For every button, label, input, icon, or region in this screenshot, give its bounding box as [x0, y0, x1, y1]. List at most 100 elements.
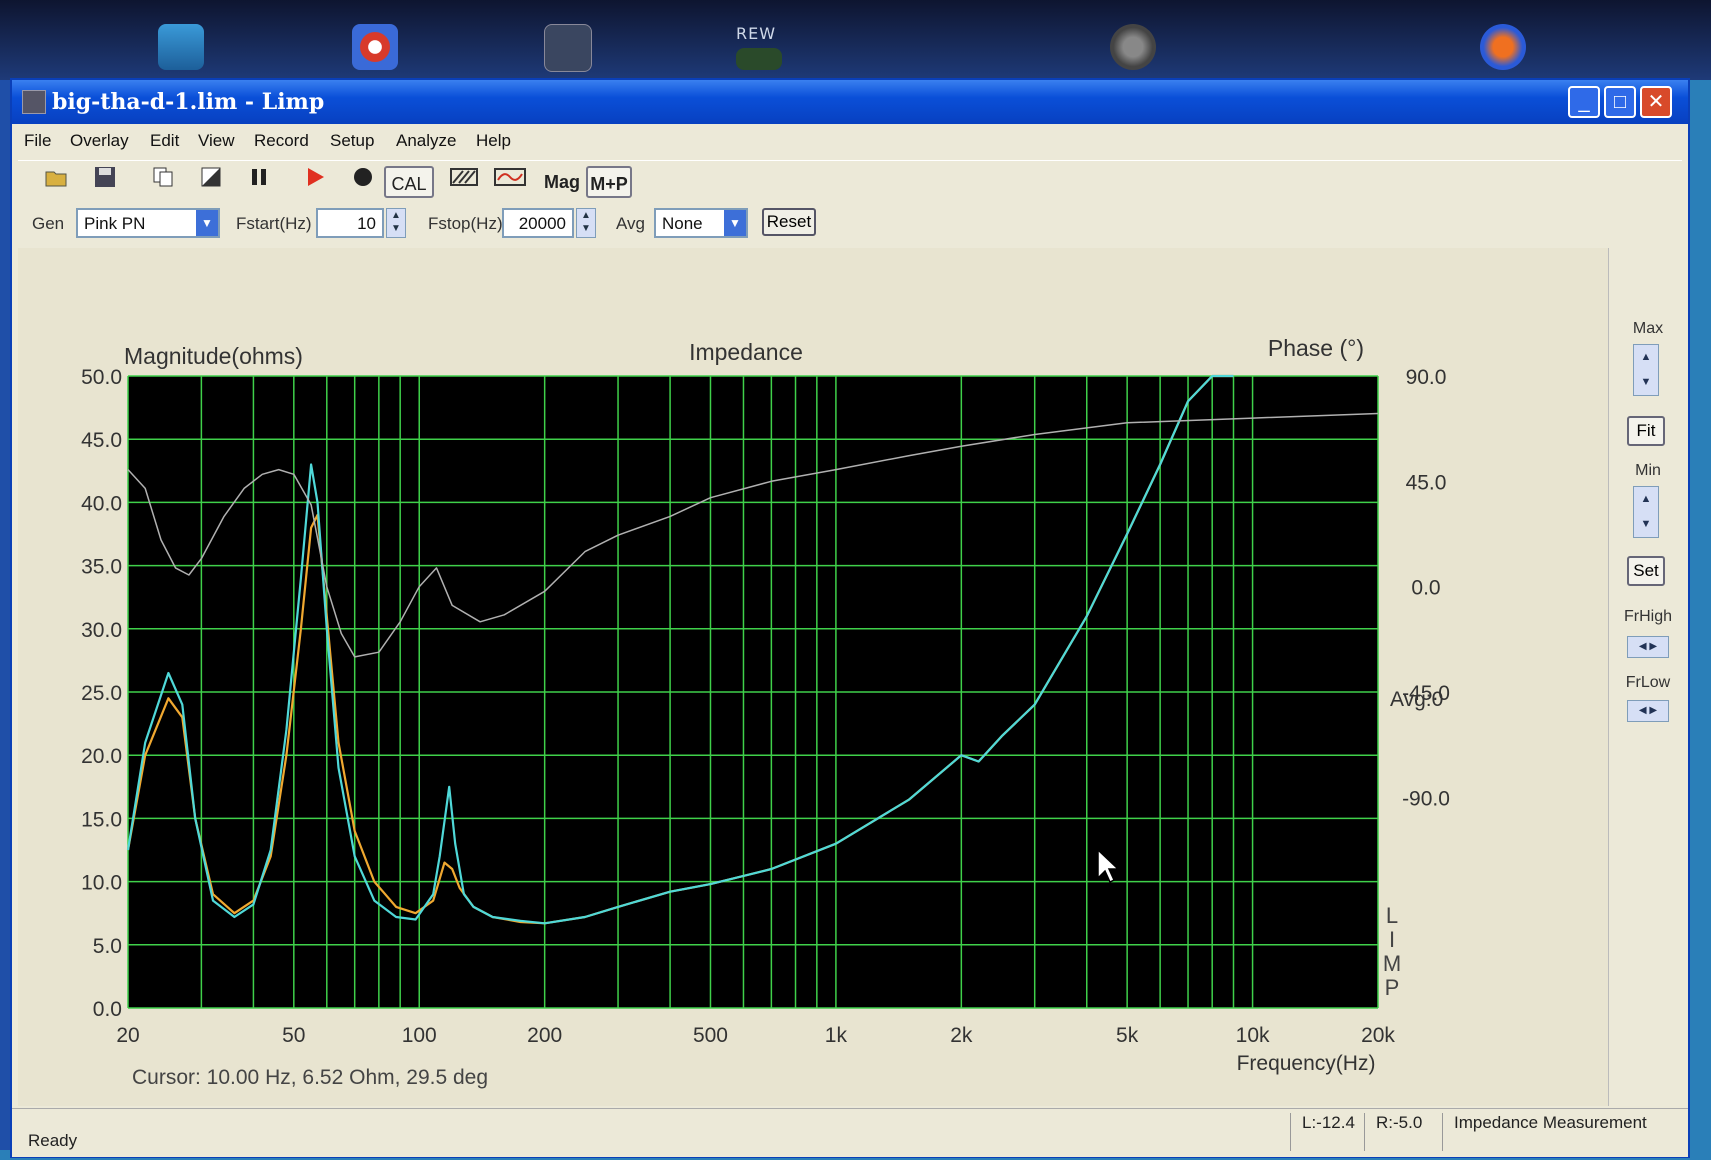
cursor-readout: Cursor: 10.00 Hz, 6.52 Ohm, 29.5 deg [132, 1066, 488, 1089]
cal-button[interactable]: CAL [384, 166, 434, 198]
fstart-input[interactable]: 10 [316, 208, 384, 238]
menu-view[interactable]: View [198, 131, 235, 151]
frlow-label: FrLow [1625, 674, 1671, 691]
waveform-icon[interactable] [492, 166, 528, 198]
frhigh-label: FrHigh [1623, 608, 1672, 625]
play-icon[interactable] [300, 166, 330, 198]
chart-panel: Magnitude(ohms) Impedance Phase (°) 0.0 5… [18, 248, 1608, 1106]
window-title: big-tha-d-1.lim - Limp [52, 89, 325, 115]
minimize-button[interactable]: _ [1568, 86, 1600, 118]
x-tick-label: 20 [116, 1024, 139, 1047]
gen-label: Gen [32, 214, 65, 233]
y-tick-label: 20.0 [81, 745, 122, 768]
impedance-chart[interactable]: Magnitude(ohms) Impedance Phase (°) 0.0 5… [18, 248, 1608, 1106]
graph-app-icon[interactable] [544, 24, 592, 72]
fstop-input[interactable]: 20000 [502, 208, 574, 238]
y-tick-label: 30.0 [81, 619, 122, 642]
fstart-spinner[interactable]: ▲ ▼ [386, 208, 406, 238]
close-button[interactable]: ✕ [1640, 86, 1672, 118]
status-divider [1290, 1113, 1291, 1151]
menu-overlay[interactable]: Overlay [70, 131, 129, 151]
status-left-level: L:-12.4 [1302, 1113, 1355, 1132]
avg-select[interactable]: None ▼ [654, 208, 748, 238]
max-label: Max [1632, 320, 1664, 337]
rew-app-icon[interactable] [736, 48, 782, 70]
speaker-app-icon[interactable] [1110, 24, 1156, 70]
avg-readout: Avg:0 [1390, 688, 1443, 711]
fstart-label: Fstart(Hz) [236, 214, 312, 233]
status-divider [1364, 1113, 1365, 1151]
menu-analyze[interactable]: Analyze [396, 131, 456, 151]
pause-icon[interactable] [244, 166, 274, 198]
y-tick-label: 50.0 [81, 366, 122, 389]
menu-edit[interactable]: Edit [150, 131, 179, 151]
limp-window: big-tha-d-1.lim - Limp _ □ ✕ File Overla… [10, 78, 1690, 1158]
watermark-letter: P [1385, 975, 1400, 1000]
x-tick-label: 200 [527, 1024, 562, 1047]
x-tick-label: 50 [282, 1024, 305, 1047]
menu-setup[interactable]: Setup [330, 131, 374, 151]
contrast-icon[interactable] [196, 166, 226, 198]
mag-button[interactable]: Mag [542, 166, 582, 198]
update-icon[interactable] [352, 24, 398, 70]
right-control-panel: Max ▲ ▼ Fit Min ▲ ▼ Set FrHigh ◀ ▶ FrLow ◀… [1608, 248, 1687, 1106]
y-axis-label: Magnitude(ohms) [124, 343, 303, 369]
limp-watermark: LIMP [1383, 903, 1401, 1000]
fire-app-icon[interactable] [1480, 24, 1526, 70]
y2-tick-label: -90.0 [1402, 787, 1450, 810]
min-label: Min [1635, 462, 1661, 479]
generator-bar: Gen Pink PN ▼ Fstart(Hz) 10 ▲ ▼ Fstop(Hz)… [18, 202, 1682, 246]
recycle-bin-icon[interactable] [158, 24, 204, 70]
desktop-background: REW [0, 0, 1711, 80]
menu-help[interactable]: Help [476, 131, 511, 151]
maximize-button[interactable]: □ [1604, 86, 1636, 118]
set-button[interactable]: Set [1627, 556, 1665, 586]
app-icon [22, 90, 46, 114]
menu-record[interactable]: Record [254, 131, 309, 151]
record-icon[interactable] [348, 166, 378, 198]
hatch-icon[interactable] [448, 166, 480, 198]
chart-title: Impedance [689, 339, 803, 365]
y2-tick-labels: 90.045.00.0-45.0-90.0 [1402, 366, 1450, 810]
y-tick-labels: 0.0 5.0 10.0 15.0 20.0 25.0 30.0 35.0 40.0 45.0 50… [81, 366, 122, 1021]
copy-icon[interactable] [148, 166, 178, 198]
min-spinner[interactable]: ▲ ▼ [1633, 486, 1659, 538]
menu-file[interactable]: File [24, 131, 51, 151]
frhigh-spinner[interactable]: ◀ ▶ [1627, 636, 1669, 658]
y-tick-label: 0.0 [93, 998, 122, 1021]
y-tick-label: 15.0 [81, 808, 122, 831]
status-divider [1442, 1113, 1443, 1151]
y-tick-label: 10.0 [81, 872, 122, 895]
y-tick-label: 40.0 [81, 492, 122, 515]
x-tick-label: 500 [693, 1024, 728, 1047]
chevron-down-icon[interactable]: ▼ [196, 210, 218, 236]
save-icon[interactable] [90, 166, 120, 198]
watermark-letter: M [1383, 951, 1401, 976]
avg-select-value: None [662, 214, 703, 233]
max-spinner[interactable]: ▲ ▼ [1633, 344, 1659, 396]
frlow-spinner[interactable]: ◀ ▶ [1627, 700, 1669, 722]
x-tick-label: 20k [1361, 1024, 1395, 1047]
x-tick-labels: 20 50 100 200 500 1k 2k 5k 10k 20k [116, 1024, 1395, 1047]
mp-button[interactable]: M+P [586, 166, 632, 198]
fstart-value: 10 [357, 214, 376, 233]
menu-bar: File Overlay Edit View Record Setup Anal… [12, 124, 1688, 158]
desktop-right-edge [1690, 80, 1711, 1160]
y-tick-label: 25.0 [81, 682, 122, 705]
gen-select-value: Pink PN [84, 214, 146, 233]
x-tick-label: 100 [402, 1024, 437, 1047]
gen-select[interactable]: Pink PN ▼ [76, 208, 220, 238]
chevron-down-icon[interactable]: ▼ [724, 210, 746, 236]
y2-tick-label: 90.0 [1406, 366, 1447, 389]
fit-button[interactable]: Fit [1627, 416, 1665, 446]
fstop-spinner[interactable]: ▲ ▼ [576, 208, 596, 238]
open-file-icon[interactable] [42, 166, 72, 198]
watermark-letter: L [1386, 903, 1398, 928]
status-right-level: R:-5.0 [1376, 1113, 1423, 1132]
toolbar: CAL Mag M+P [18, 160, 1682, 204]
y2-tick-label: 0.0 [1411, 577, 1440, 600]
title-bar[interactable]: big-tha-d-1.lim - Limp _ □ ✕ [12, 80, 1688, 124]
y2-tick-label: 45.0 [1406, 471, 1447, 494]
status-mode: Impedance Measurement [1454, 1113, 1647, 1132]
reset-button[interactable]: Reset [762, 208, 816, 236]
